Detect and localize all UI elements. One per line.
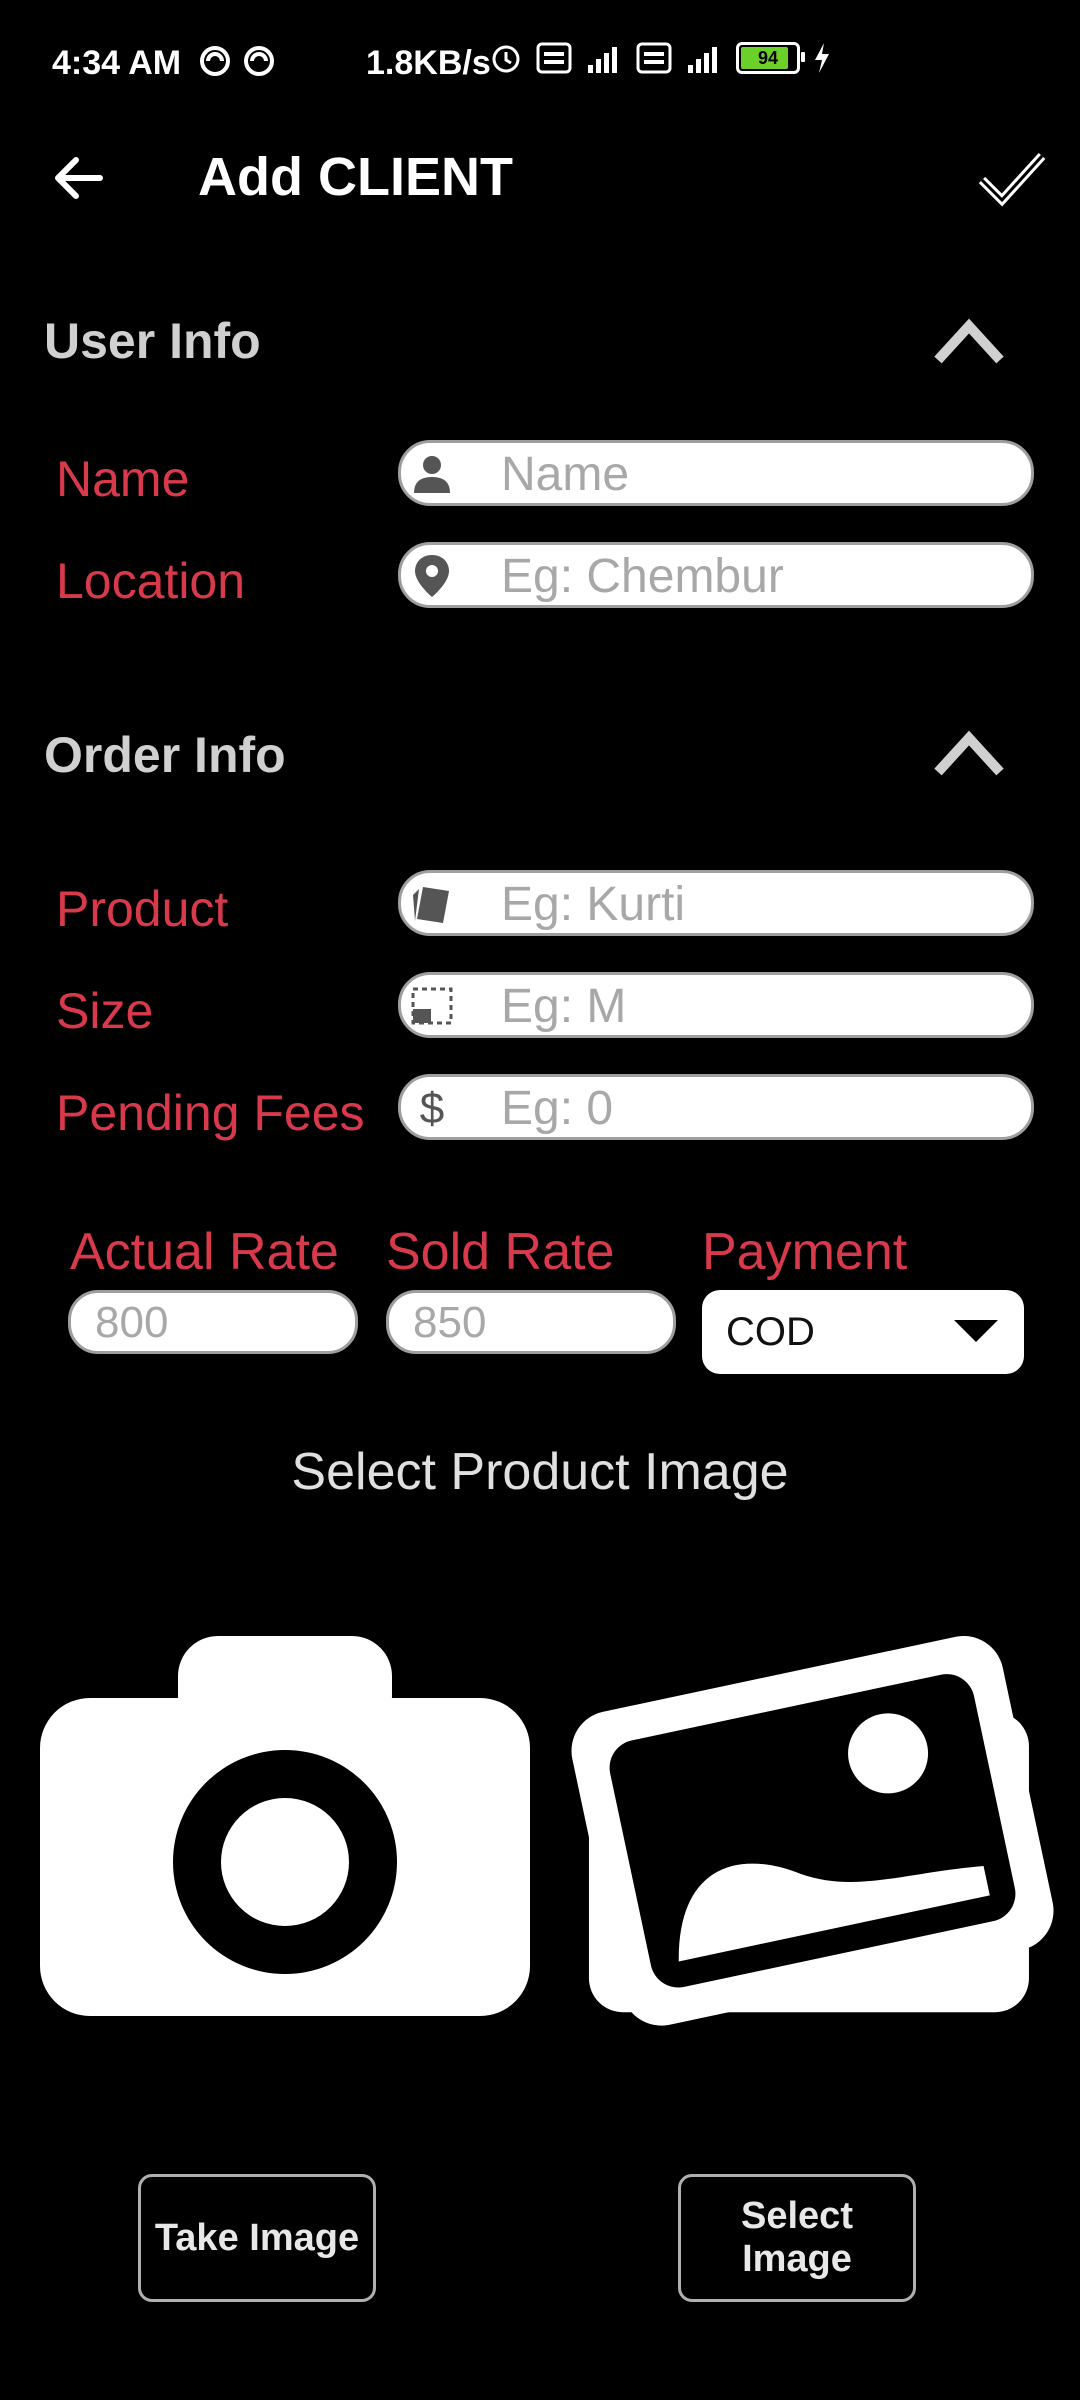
pending-fees-field[interactable]: $ [398, 1074, 1034, 1140]
payment-value: COD [726, 1310, 815, 1354]
system-icons: 94 [488, 40, 832, 76]
name-label: Name [56, 451, 190, 507]
svg-text:$: $ [420, 1085, 444, 1131]
check-icon[interactable] [976, 142, 1048, 214]
tag-icon [413, 887, 449, 923]
gallery-icon[interactable] [562, 1600, 1070, 2056]
name-input[interactable] [499, 445, 1013, 503]
alarm-icon [492, 45, 520, 73]
name-field[interactable] [398, 440, 1034, 506]
take-image-button[interactable]: Take Image [138, 2174, 376, 2302]
select-image-button[interactable]: Select Image [678, 2174, 916, 2302]
chevron-up-icon[interactable] [930, 724, 1008, 780]
location-field[interactable] [398, 542, 1034, 608]
volte-icon [636, 42, 672, 74]
signal-4g-icon [588, 47, 617, 73]
product-input[interactable] [499, 875, 1013, 933]
payment-label: Payment [702, 1223, 908, 1281]
order-info-title: Order Info [44, 727, 286, 783]
status-bar: 4:34 AM 1.8KB/s 94 [0, 0, 1080, 128]
page-title: Add CLIENT [198, 147, 513, 207]
camera-icon[interactable] [40, 1636, 530, 2016]
person-icon [414, 456, 450, 493]
size-label: Size [56, 983, 154, 1039]
sold-rate-label: Sold Rate [386, 1223, 615, 1281]
app-bar: Add CLIENT [0, 128, 1080, 248]
user-info-title: User Info [44, 313, 261, 369]
payment-dropdown[interactable]: COD [702, 1290, 1024, 1374]
size-field[interactable] [398, 972, 1034, 1038]
sold-rate-input[interactable] [411, 1295, 655, 1351]
actual-rate-input[interactable] [93, 1295, 337, 1351]
size-icon [411, 987, 453, 1025]
pending-fees-label: Pending Fees [56, 1085, 365, 1141]
notification-icons [198, 44, 276, 78]
network-speed: 1.8KB/s [366, 44, 491, 82]
battery-level: 94 [757, 47, 779, 68]
arrow-left-icon[interactable] [48, 148, 108, 208]
actual-rate-field[interactable] [68, 1290, 358, 1354]
chevron-up-icon[interactable] [930, 312, 1008, 368]
sold-rate-field[interactable] [386, 1290, 676, 1354]
sync-icon [200, 46, 230, 76]
size-input[interactable] [499, 977, 1013, 1035]
dollar-icon: $ [420, 1085, 444, 1131]
volte-icon [536, 42, 572, 74]
select-image-title: Select Product Image [291, 1443, 789, 1501]
status-time: 4:34 AM [52, 44, 182, 82]
sync-icon [244, 46, 274, 76]
location-input[interactable] [499, 547, 1013, 605]
signal-icon [688, 47, 717, 73]
product-label: Product [56, 881, 229, 937]
actual-rate-label: Actual Rate [70, 1223, 339, 1281]
dropdown-arrow-icon [954, 1320, 998, 1342]
charging-icon [815, 43, 829, 73]
pending-fees-input[interactable] [499, 1079, 1013, 1137]
product-field[interactable] [398, 870, 1034, 936]
battery-icon: 94 [736, 42, 805, 74]
location-label: Location [56, 553, 246, 609]
map-pin-icon [415, 555, 449, 597]
